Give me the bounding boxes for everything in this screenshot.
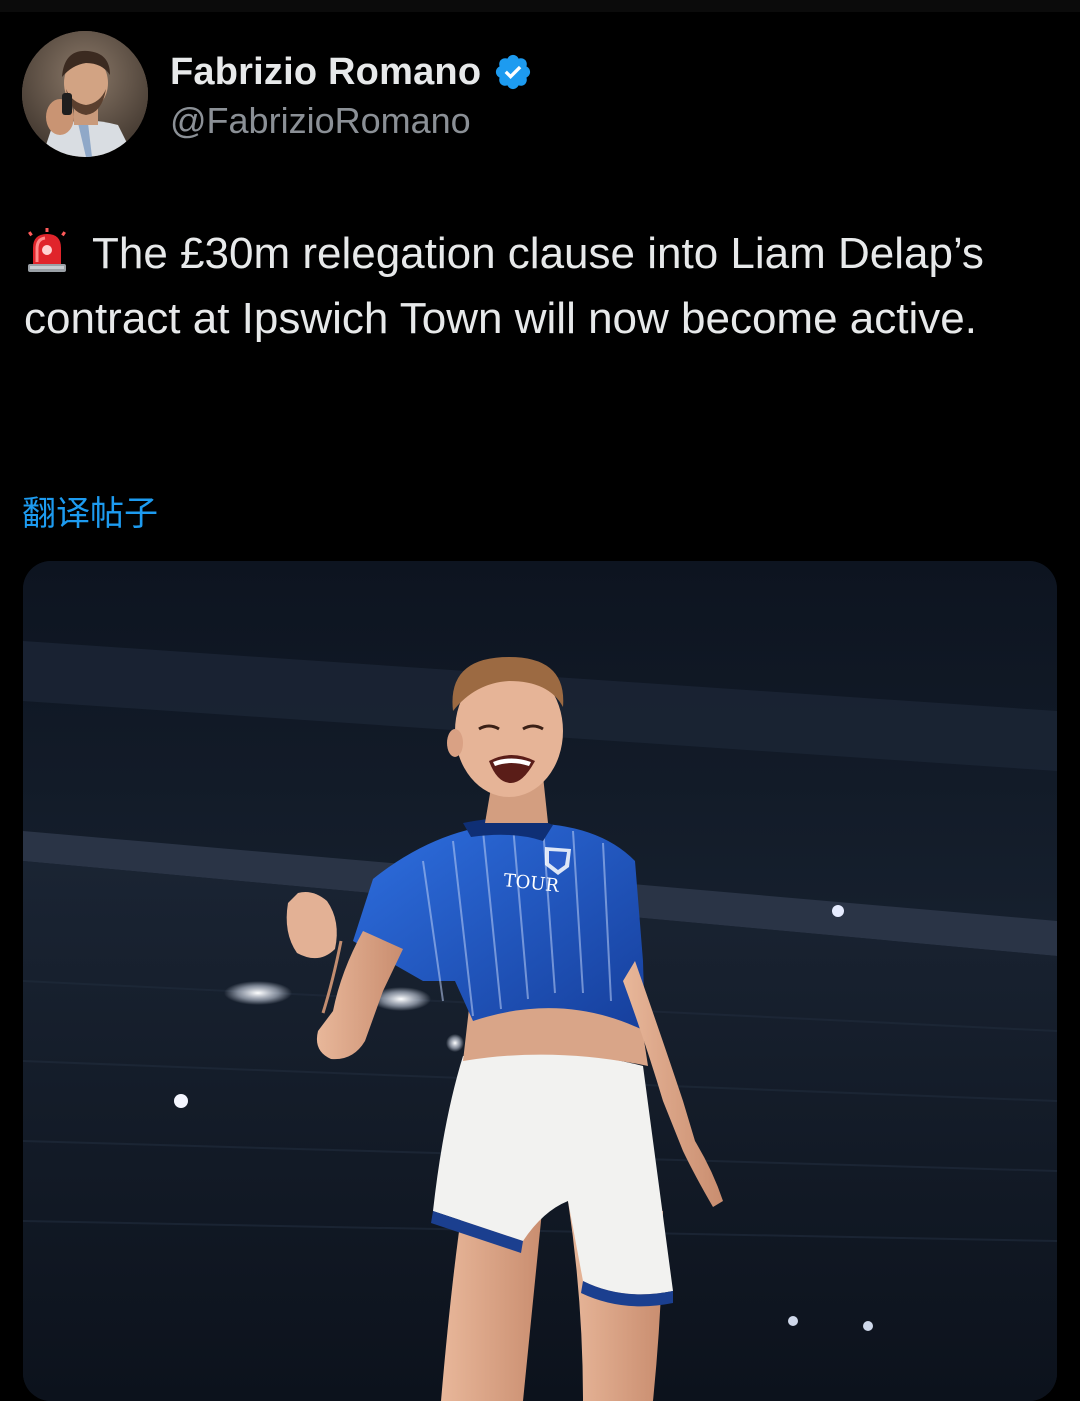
display-name[interactable]: Fabrizio Romano: [170, 51, 481, 94]
status-bar-strip: [0, 0, 1080, 12]
siren-icon: [24, 228, 70, 274]
tweet-media-photo[interactable]: TOUR: [23, 561, 1057, 1401]
player-celebration-photo: TOUR: [23, 561, 1057, 1401]
name-row: Fabrizio Romano: [170, 46, 533, 98]
tweet-text: The £30m relegation clause into Liam Del…: [24, 229, 984, 343]
author-names: Fabrizio Romano @FabrizioRomano: [170, 46, 533, 142]
translate-post-link[interactable]: 翻译帖子: [22, 486, 158, 535]
tweet-header: Fabrizio Romano @FabrizioRomano: [22, 30, 533, 158]
avatar-photo: [22, 31, 148, 157]
author-handle[interactable]: @FabrizioRomano: [170, 100, 533, 142]
avatar[interactable]: [22, 31, 148, 157]
tweet-body: The £30m relegation clause into Liam Del…: [24, 222, 1044, 351]
verified-badge-icon: [493, 52, 533, 92]
